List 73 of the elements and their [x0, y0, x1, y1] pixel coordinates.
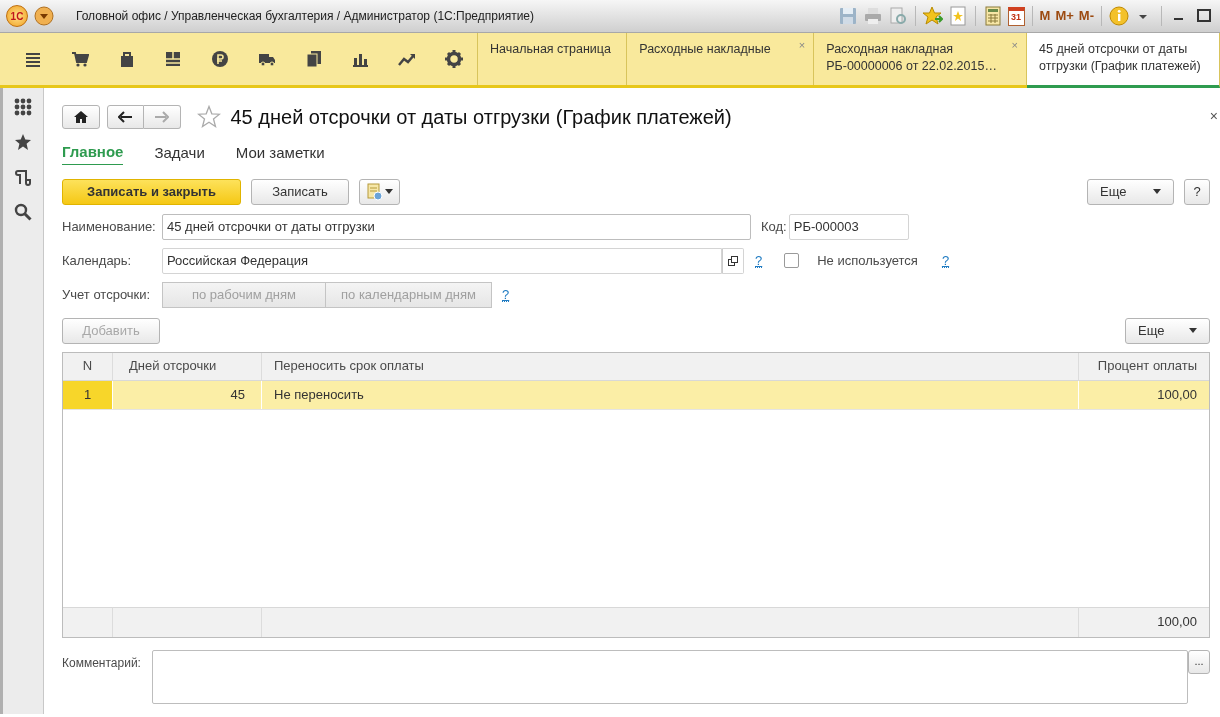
- attachment-menu-button[interactable]: [359, 178, 400, 205]
- star-icon[interactable]: [14, 133, 32, 151]
- more-button[interactable]: Еще: [1087, 178, 1174, 205]
- field-label: Комментарий:: [62, 654, 142, 672]
- calendar-button[interactable]: 31: [1007, 6, 1025, 26]
- name-field[interactable]: 45 дней отсрочки от даты отгрузки: [162, 213, 751, 240]
- table-cell[interactable]: 100,00: [1079, 380, 1209, 409]
- table-cell[interactable]: 1: [63, 380, 113, 409]
- back-button[interactable]: [106, 105, 144, 129]
- documents-icon[interactable]: [304, 50, 323, 68]
- star-icon[interactable]: [922, 6, 943, 26]
- document-icon: [366, 182, 383, 201]
- column-header[interactable]: N: [63, 352, 113, 381]
- tab[interactable]: 45 дней отсрочки от даты отгрузки (График платежей): [1027, 33, 1220, 88]
- field-label: Учет отсрочки:: [62, 285, 152, 304]
- arrow-right-icon: [154, 111, 169, 123]
- form-title: 45 дней отсрочки от даты отгрузки (График платежей): [230, 105, 732, 130]
- calculator-icon[interactable]: [982, 6, 1003, 26]
- total-cell: 100,00: [1079, 606, 1209, 637]
- field-label: Код:: [761, 217, 787, 236]
- calendar-field[interactable]: Российская Федерация: [162, 247, 722, 274]
- memory-button[interactable]: M+: [1055, 6, 1074, 26]
- save-close-button[interactable]: Записать и закрыть: [62, 178, 241, 205]
- help-link[interactable]: ?: [941, 253, 950, 268]
- ruble-icon[interactable]: [211, 50, 230, 68]
- column-header[interactable]: Переносить срок оплаты: [262, 352, 1079, 381]
- star-icon[interactable]: [196, 105, 221, 129]
- open-icon: [728, 255, 738, 266]
- home-icon: [74, 111, 88, 123]
- checkbox[interactable]: [784, 253, 800, 268]
- help-button[interactable]: ?: [1184, 178, 1210, 205]
- home-button[interactable]: [62, 105, 100, 129]
- open-button[interactable]: [722, 247, 744, 274]
- apps-icon[interactable]: [14, 98, 32, 116]
- tab[interactable]: Расходные накладные ×: [627, 33, 815, 85]
- toggle-option: по рабочим дням: [162, 281, 326, 308]
- code-field[interactable]: РБ-000003: [788, 213, 909, 240]
- section-link[interactable]: Главное: [62, 141, 124, 165]
- toggle-option: по календарным дням: [326, 281, 492, 308]
- history-icon[interactable]: [14, 168, 32, 186]
- close-icon[interactable]: ×: [1209, 106, 1218, 127]
- help-link[interactable]: ?: [755, 253, 763, 268]
- window-title: Головной офис / Управленческая бухгалтерия / Администратор (1С:Предприятие): [76, 8, 534, 25]
- tab[interactable]: Начальная страница: [478, 33, 628, 85]
- checkbox-label: Не используется: [817, 251, 918, 270]
- menu-icon[interactable]: [24, 50, 43, 68]
- column-header[interactable]: Дней отсрочки: [113, 352, 262, 381]
- memory-button[interactable]: M: [1039, 6, 1051, 26]
- section-link[interactable]: Мои заметки: [235, 141, 325, 165]
- caret-icon: [1153, 188, 1161, 195]
- add-button: Добавить: [62, 317, 160, 344]
- field-label: Календарь:: [62, 251, 133, 270]
- grid-icon[interactable]: [164, 50, 183, 68]
- section-link[interactable]: Задачи: [154, 141, 205, 165]
- logo: 1С: [6, 5, 28, 27]
- memory-button[interactable]: M-: [1078, 6, 1094, 26]
- ellipsis-button[interactable]: ...: [1188, 649, 1210, 674]
- column-header[interactable]: Процент оплаты: [1079, 352, 1209, 381]
- save-button[interactable]: Записать: [251, 178, 349, 205]
- field-label: Наименование:: [62, 217, 157, 236]
- info-icon[interactable]: [1109, 6, 1129, 26]
- more-button[interactable]: Еще: [1125, 317, 1210, 344]
- cart-icon[interactable]: [71, 50, 90, 68]
- arrow-left-icon: [118, 111, 132, 123]
- table-cell[interactable]: Не переносить: [262, 380, 1079, 409]
- footer-cell: [63, 606, 113, 637]
- dropdown-icon[interactable]: [34, 6, 54, 26]
- caret-icon: [1189, 327, 1197, 334]
- gear-icon[interactable]: [444, 50, 463, 68]
- comment-field[interactable]: [152, 649, 1188, 704]
- search-icon[interactable]: [14, 203, 32, 221]
- table-cell[interactable]: 45: [113, 380, 262, 409]
- caret-icon: [384, 188, 393, 195]
